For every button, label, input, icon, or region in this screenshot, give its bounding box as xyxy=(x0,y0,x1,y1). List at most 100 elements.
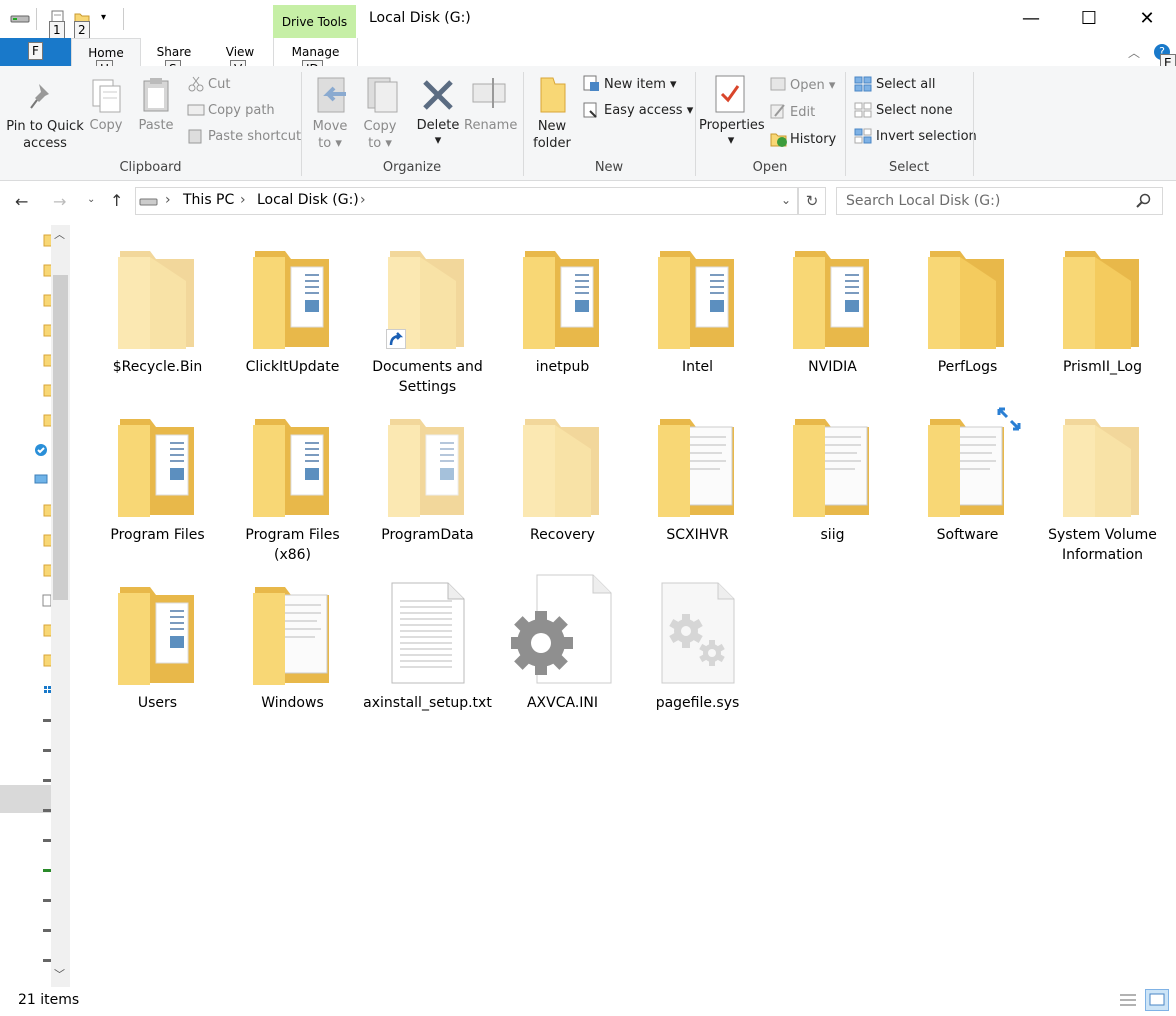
title-bar xyxy=(0,0,1176,38)
large-icons-view-button[interactable] xyxy=(1145,989,1169,1011)
shortcut-arrow-icon xyxy=(386,329,406,349)
select-none-button[interactable]: Select none xyxy=(876,103,953,118)
file-list-item[interactable]: PerfLogs xyxy=(900,243,1035,377)
new-item-button[interactable]: New item ▾ xyxy=(604,77,677,92)
copy-to-label: Copy to xyxy=(363,119,397,151)
file-list-item[interactable]: Program Files xyxy=(90,411,225,545)
file-list-item-label: ClickItUpdate xyxy=(245,359,340,375)
easy-access-button[interactable]: Easy access ▾ xyxy=(604,103,693,118)
file-icon xyxy=(630,579,765,685)
open-button[interactable]: Open ▾ xyxy=(790,78,835,93)
address-bar[interactable] xyxy=(135,187,798,215)
breadcrumb-separator[interactable]: › xyxy=(360,192,366,208)
file-list-item-label: Windows xyxy=(261,695,324,711)
rename-icon xyxy=(471,76,509,115)
forward-arrow-icon: → xyxy=(53,192,67,211)
folder-icon xyxy=(90,411,225,517)
drive-icon xyxy=(139,196,159,211)
file-list-item[interactable]: ProgramData xyxy=(360,411,495,545)
up-button[interactable]: ↑ xyxy=(110,191,123,210)
details-view-icon[interactable] xyxy=(1118,992,1138,1011)
copy-to-icon xyxy=(366,76,400,117)
file-list-item[interactable]: Program Files (x86) xyxy=(225,411,360,565)
copy-path-icon xyxy=(187,104,205,119)
recent-locations-button[interactable]: ⌄ xyxy=(87,194,95,205)
rename-button[interactable]: Rename xyxy=(464,118,518,133)
paste-shortcut-button[interactable]: Paste shortcut xyxy=(208,129,301,144)
file-list-item-label: Documents and Settings xyxy=(372,359,483,395)
paste-shortcut-icon xyxy=(188,128,202,147)
pin-label: Pin to Quick access xyxy=(6,119,84,151)
customize-qa-icon[interactable]: ▾ xyxy=(101,12,106,23)
file-list-item[interactable]: SCXIHVR xyxy=(630,411,765,545)
move-to-button[interactable]: Move to ▾ xyxy=(308,118,352,152)
file-list-item-label: Recovery xyxy=(530,527,595,543)
minimize-button[interactable]: — xyxy=(1002,0,1060,38)
breadcrumb-separator[interactable]: › xyxy=(165,192,171,208)
collapse-ribbon-icon[interactable]: ︿ xyxy=(1128,44,1140,61)
file-list-item[interactable]: axinstall_setup.txt xyxy=(360,579,495,713)
file-list-item-label: SCXIHVR xyxy=(666,527,729,543)
breadcrumb-local-disk[interactable]: Local Disk (G:) xyxy=(257,192,359,208)
file-list-item[interactable]: inetpub xyxy=(495,243,630,377)
file-list-item[interactable]: Intel xyxy=(630,243,765,377)
keytip-2: 2 xyxy=(74,21,90,39)
file-list-item[interactable]: AXVCA.INI xyxy=(495,574,630,713)
file-list-item-label: PrismII_Log xyxy=(1062,359,1143,375)
breadcrumb-this-pc[interactable]: This PC xyxy=(183,192,234,208)
nav-scrollbar-thumb[interactable] xyxy=(53,275,68,600)
breadcrumb-separator[interactable]: › xyxy=(240,192,246,208)
file-list-pane[interactable]: $Recycle.Bin ClickItUpdate Documents and S… xyxy=(70,225,1176,987)
open-icon xyxy=(770,76,786,95)
forward-button[interactable]: → xyxy=(53,192,66,211)
copy-to-button[interactable]: Copy to ▾ xyxy=(358,118,402,152)
paste-label: Paste xyxy=(138,118,174,133)
new-folder-button[interactable]: New folder xyxy=(528,118,576,152)
select-all-button[interactable]: Select all xyxy=(876,77,935,92)
divider xyxy=(36,8,37,30)
edit-icon xyxy=(770,103,786,122)
new-folder-icon xyxy=(537,76,569,117)
pin-icon xyxy=(29,80,59,115)
folder-icon xyxy=(900,243,1035,349)
rename-label: Rename xyxy=(464,118,518,133)
address-dropdown-button[interactable]: ⌄ xyxy=(781,193,791,207)
back-button[interactable]: ← xyxy=(15,192,28,211)
file-list-item[interactable]: PrismII_Log xyxy=(1035,243,1170,377)
folder-icon xyxy=(630,243,765,349)
copy-path-button[interactable]: Copy path xyxy=(208,103,275,118)
file-list-item[interactable]: NVIDIA xyxy=(765,243,900,377)
edit-button[interactable]: Edit xyxy=(790,105,815,120)
file-list-item-label: System Volume Information xyxy=(1048,527,1157,563)
new-group-label: New xyxy=(594,160,624,175)
file-list-item[interactable]: siig xyxy=(765,411,900,545)
invert-selection-button[interactable]: Invert selection xyxy=(876,129,977,144)
refresh-button[interactable]: ↻ xyxy=(798,187,826,215)
file-list-item[interactable]: ClickItUpdate xyxy=(225,243,360,377)
file-list-item[interactable]: Documents and Settings xyxy=(360,243,495,397)
copy-button[interactable]: Copy xyxy=(86,118,126,133)
group-separator xyxy=(973,72,974,176)
file-list-item[interactable]: System Volume Information xyxy=(1035,411,1170,565)
file-list-item[interactable]: Windows xyxy=(225,579,360,713)
file-list-item[interactable]: Software xyxy=(900,407,1035,545)
scroll-down-icon[interactable]: ﹀ xyxy=(54,966,65,982)
maximize-button[interactable]: ☐ xyxy=(1060,0,1118,38)
move-to-label: Move to xyxy=(312,119,348,151)
delete-button[interactable]: Delete ▾ xyxy=(414,118,462,148)
pin-to-quick-access-button[interactable]: Pin to Quick access xyxy=(5,118,85,152)
paste-button[interactable]: Paste xyxy=(136,118,176,133)
copy-label: Copy xyxy=(89,118,123,133)
close-button[interactable]: ✕ xyxy=(1118,0,1176,38)
file-list-item[interactable]: Users xyxy=(90,579,225,713)
scroll-up-icon[interactable]: ︿ xyxy=(54,226,65,242)
file-list-item[interactable]: pagefile.sys xyxy=(630,579,765,713)
drive-tools-context-tab: Drive Tools xyxy=(273,5,356,39)
file-list-item[interactable]: Recovery xyxy=(495,411,630,545)
cut-button[interactable]: Cut xyxy=(208,77,230,92)
properties-button[interactable]: Properties ▾ xyxy=(699,118,765,148)
folder-icon xyxy=(495,243,630,349)
chevron-down-icon: ⌄ xyxy=(87,194,96,205)
history-button[interactable]: History xyxy=(790,132,836,147)
file-list-item[interactable]: $Recycle.Bin xyxy=(90,243,225,377)
